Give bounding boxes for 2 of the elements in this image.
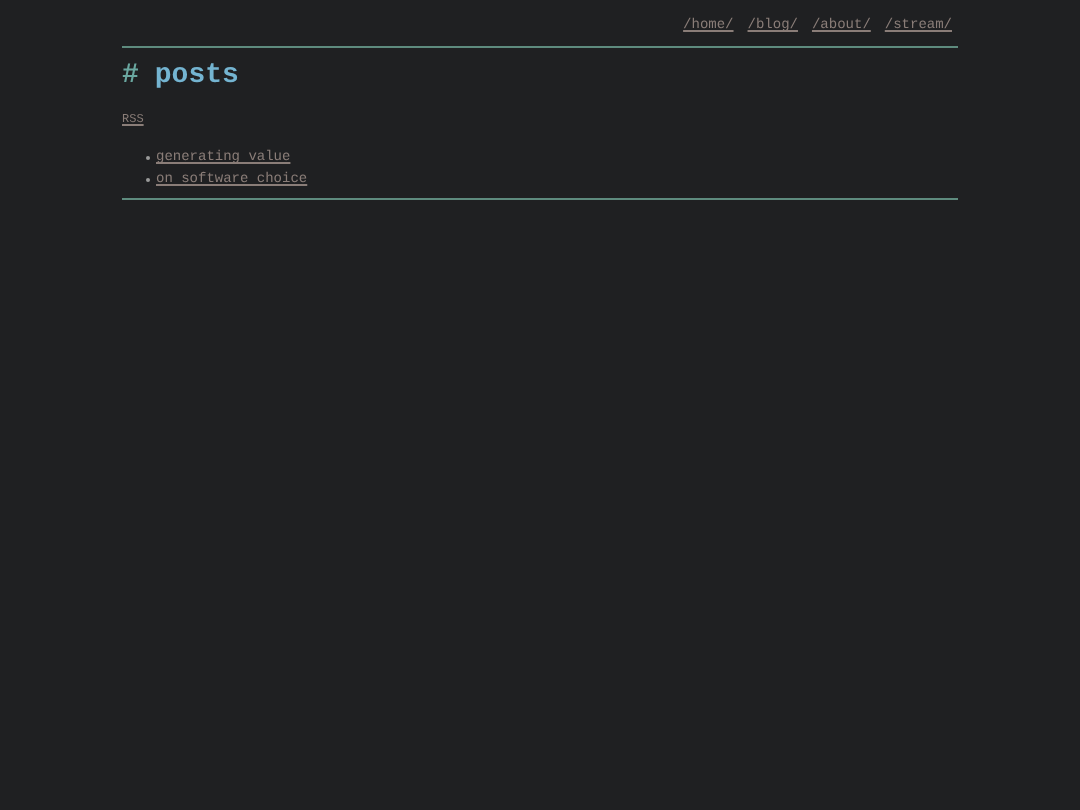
heading-marker: # [122,60,139,92]
page-title: posts [154,60,239,92]
